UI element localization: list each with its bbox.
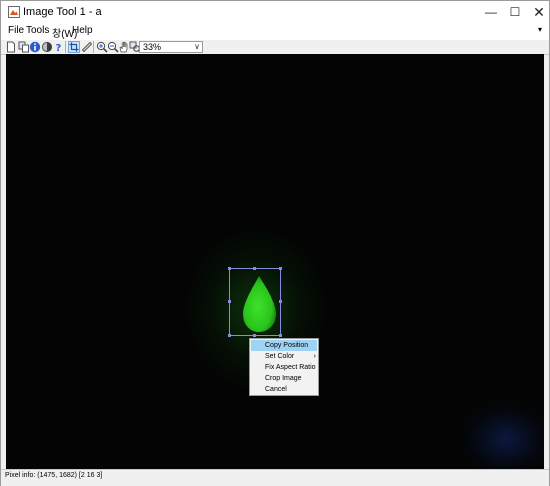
close-button[interactable]: ✕	[527, 1, 550, 24]
menu-bar: File Tools 창(W) Help ▾	[1, 24, 549, 40]
roi-context-menu: Copy Position Set Color › Fix Aspect Rat…	[249, 338, 319, 396]
zoom-level-value: 33%	[143, 42, 162, 52]
toolbar-separator	[93, 41, 94, 53]
window-title: Image Tool 1 - a	[23, 6, 102, 18]
zoom-level-select[interactable]: 33% ∨	[139, 41, 203, 53]
title-bar[interactable]: Image Tool 1 - a — ☐ ✕	[1, 1, 549, 24]
image-canvas[interactable]	[6, 54, 544, 469]
ctx-crop-image[interactable]: Crop Image	[251, 373, 317, 384]
image-tool-window: Image Tool 1 - a — ☐ ✕ File Tools 창(W) H…	[0, 0, 550, 486]
adjust-contrast-icon[interactable]	[41, 41, 53, 53]
roi-handle[interactable]	[279, 334, 282, 337]
help-icon[interactable]: ?	[53, 41, 65, 53]
info-icon[interactable]	[29, 41, 41, 53]
menu-tools[interactable]: Tools	[26, 25, 49, 36]
svg-text:?: ?	[56, 43, 62, 53]
roi-selection-rectangle[interactable]	[228, 267, 282, 337]
crop-icon[interactable]	[68, 41, 80, 53]
roi-handle[interactable]	[279, 267, 282, 270]
minimize-button[interactable]: —	[479, 1, 503, 24]
ctx-set-color[interactable]: Set Color ›	[251, 351, 317, 362]
roi-handle[interactable]	[253, 267, 256, 270]
ctx-fix-aspect-ratio[interactable]: Fix Aspect Ratio	[251, 362, 317, 373]
submenu-arrow-icon: ›	[313, 353, 316, 360]
ctx-copy-position[interactable]: Copy Position	[251, 340, 317, 351]
chevron-down-icon[interactable]: ∨	[194, 42, 200, 52]
menu-file[interactable]: File	[8, 25, 24, 36]
roi-handle[interactable]	[253, 334, 256, 337]
status-bar: Pixel info: (1475, 1682) [2 16 3]	[1, 469, 549, 486]
ruler-icon[interactable]	[81, 41, 93, 53]
matlab-app-icon	[8, 6, 20, 18]
ctx-set-color-label: Set Color	[265, 353, 295, 360]
new-icon[interactable]	[5, 41, 17, 53]
ctx-cancel[interactable]: Cancel	[251, 384, 317, 395]
menu-overflow-icon[interactable]: ▾	[538, 25, 542, 34]
blue-light-glow	[456, 399, 544, 469]
roi-handle[interactable]	[228, 267, 231, 270]
toolbar: ? 33% ∨	[1, 40, 549, 55]
roi-handle[interactable]	[228, 334, 231, 337]
roi-handle[interactable]	[228, 300, 231, 303]
roi-handle[interactable]	[279, 300, 282, 303]
pixel-info-text: Pixel info: (1475, 1682) [2 16 3]	[5, 472, 103, 479]
menu-help[interactable]: Help	[72, 25, 93, 36]
toolbar-separator	[65, 41, 66, 53]
maximize-button[interactable]: ☐	[503, 1, 527, 24]
